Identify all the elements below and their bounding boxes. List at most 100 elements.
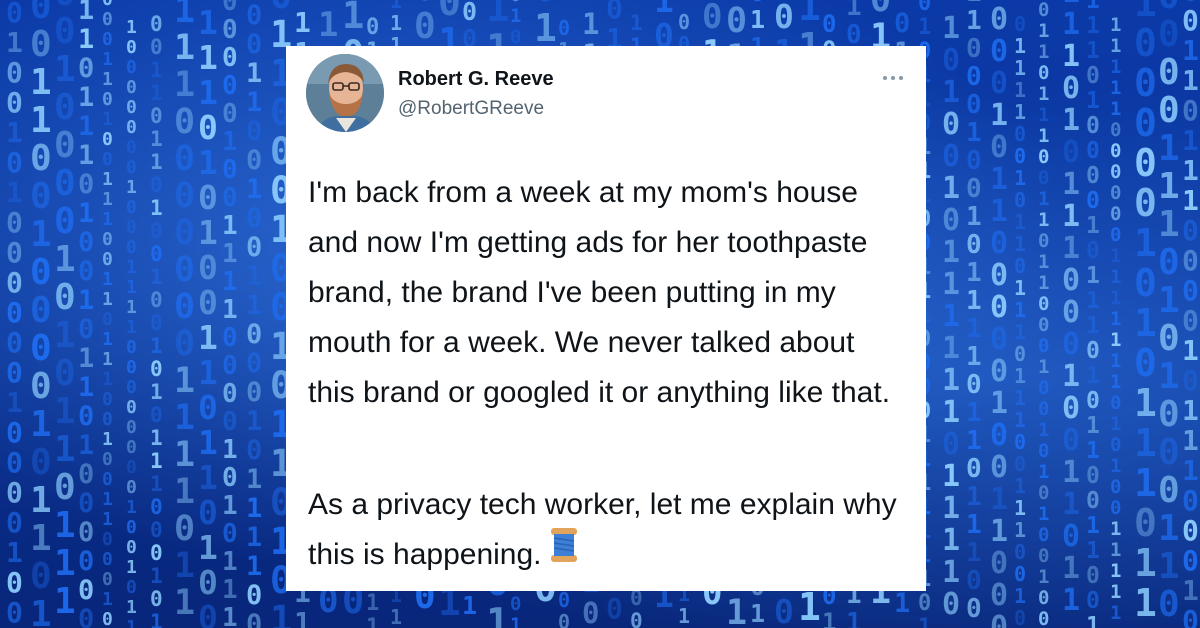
svg-text:0: 0 bbox=[198, 283, 218, 322]
svg-text:1: 1 bbox=[1038, 104, 1049, 126]
svg-text:1: 1 bbox=[1110, 602, 1121, 624]
svg-text:1: 1 bbox=[246, 464, 262, 495]
svg-text:0: 0 bbox=[126, 517, 137, 538]
svg-text:0: 0 bbox=[1158, 470, 1180, 511]
svg-text:0: 0 bbox=[150, 12, 163, 36]
author-name[interactable]: Robert G. Reeve bbox=[398, 68, 554, 91]
svg-text:1: 1 bbox=[966, 118, 982, 148]
svg-text:0: 0 bbox=[222, 323, 238, 353]
svg-text:0: 0 bbox=[198, 493, 218, 532]
svg-text:0: 0 bbox=[990, 578, 1008, 613]
svg-text:1: 1 bbox=[750, 5, 765, 34]
svg-text:0: 0 bbox=[6, 416, 23, 449]
svg-text:1: 1 bbox=[1086, 538, 1100, 564]
svg-text:0: 0 bbox=[1182, 244, 1199, 277]
svg-text:1: 1 bbox=[1062, 231, 1080, 266]
svg-text:0: 0 bbox=[54, 353, 76, 394]
svg-text:1: 1 bbox=[1086, 513, 1100, 539]
svg-text:0: 0 bbox=[222, 99, 238, 129]
svg-text:1: 1 bbox=[1110, 266, 1121, 288]
svg-text:1: 1 bbox=[846, 0, 862, 22]
svg-text:0: 0 bbox=[1038, 62, 1049, 84]
svg-text:1: 1 bbox=[966, 538, 982, 568]
svg-text:1: 1 bbox=[966, 482, 982, 512]
svg-text:0: 0 bbox=[774, 592, 794, 628]
svg-text:0: 0 bbox=[150, 219, 163, 243]
svg-text:0: 0 bbox=[102, 549, 113, 570]
more-options-icon[interactable] bbox=[878, 72, 908, 84]
svg-text:0: 0 bbox=[102, 29, 113, 50]
svg-text:0: 0 bbox=[942, 203, 960, 238]
svg-text:0: 0 bbox=[582, 596, 599, 628]
svg-text:0: 0 bbox=[150, 518, 163, 542]
svg-text:1: 1 bbox=[366, 591, 379, 616]
svg-text:0: 0 bbox=[102, 529, 113, 550]
svg-text:1: 1 bbox=[1014, 320, 1026, 344]
svg-text:1: 1 bbox=[1014, 166, 1026, 190]
svg-text:1: 1 bbox=[150, 127, 163, 151]
svg-text:1: 1 bbox=[198, 73, 218, 112]
svg-text:1: 1 bbox=[150, 472, 163, 496]
svg-text:1: 1 bbox=[54, 49, 76, 90]
svg-text:1: 1 bbox=[1086, 288, 1100, 314]
svg-text:1: 1 bbox=[198, 458, 218, 497]
svg-text:0: 0 bbox=[174, 213, 195, 253]
svg-text:0: 0 bbox=[942, 587, 960, 622]
svg-text:1: 1 bbox=[78, 24, 94, 55]
svg-text:0: 0 bbox=[1110, 119, 1121, 141]
svg-text:0: 0 bbox=[1086, 388, 1100, 414]
svg-text:1: 1 bbox=[342, 0, 364, 37]
svg-text:1: 1 bbox=[174, 0, 195, 31]
svg-text:0: 0 bbox=[222, 463, 238, 493]
svg-text:1: 1 bbox=[1038, 356, 1049, 378]
svg-text:1: 1 bbox=[102, 509, 113, 530]
svg-text:1: 1 bbox=[102, 169, 113, 190]
svg-text:0: 0 bbox=[1182, 274, 1199, 307]
svg-text:0: 0 bbox=[54, 467, 76, 508]
tweet-card[interactable]: Robert G. Reeve @RobertGReeve I'm back f… bbox=[286, 46, 926, 591]
svg-text:0: 0 bbox=[222, 15, 238, 45]
svg-text:1: 1 bbox=[246, 522, 262, 553]
svg-text:0: 0 bbox=[54, 163, 76, 204]
svg-text:1: 1 bbox=[150, 380, 163, 404]
svg-text:1: 1 bbox=[1110, 245, 1121, 267]
svg-text:0: 0 bbox=[6, 206, 23, 239]
svg-text:0: 0 bbox=[102, 129, 113, 150]
svg-text:1: 1 bbox=[1110, 14, 1121, 36]
svg-text:0: 0 bbox=[222, 351, 238, 381]
svg-text:0: 0 bbox=[966, 174, 982, 204]
svg-text:1: 1 bbox=[198, 528, 218, 567]
svg-text:1: 1 bbox=[1062, 39, 1080, 74]
svg-text:0: 0 bbox=[1038, 524, 1049, 546]
svg-text:1: 1 bbox=[174, 472, 195, 512]
svg-text:0: 0 bbox=[1086, 338, 1100, 364]
svg-text:1: 1 bbox=[966, 258, 982, 288]
svg-text:0: 0 bbox=[1182, 484, 1199, 517]
svg-text:0: 0 bbox=[78, 459, 94, 490]
svg-text:1: 1 bbox=[102, 329, 113, 350]
svg-text:1: 1 bbox=[1110, 518, 1121, 540]
svg-text:0: 0 bbox=[990, 226, 1008, 261]
author-avatar[interactable] bbox=[306, 54, 384, 132]
svg-text:1: 1 bbox=[198, 3, 218, 42]
svg-text:0: 0 bbox=[1062, 423, 1080, 458]
svg-text:1: 1 bbox=[126, 597, 137, 618]
svg-text:0: 0 bbox=[102, 249, 113, 270]
svg-text:1: 1 bbox=[942, 555, 960, 590]
author-handle[interactable]: @RobertGReeve bbox=[398, 98, 544, 120]
svg-text:1: 1 bbox=[1110, 329, 1121, 351]
tweet-text-paragraph-2-text: As a privacy tech worker, let me explain… bbox=[308, 488, 897, 571]
svg-text:1: 1 bbox=[942, 171, 960, 206]
svg-text:1: 1 bbox=[222, 547, 238, 577]
svg-text:0: 0 bbox=[1038, 587, 1049, 609]
svg-text:0: 0 bbox=[774, 0, 794, 36]
svg-text:1: 1 bbox=[1158, 166, 1180, 207]
svg-text:0: 0 bbox=[1134, 261, 1157, 305]
svg-text:1: 1 bbox=[942, 331, 960, 366]
svg-text:0: 0 bbox=[6, 0, 23, 29]
svg-text:1: 1 bbox=[1158, 204, 1180, 245]
svg-text:0: 0 bbox=[1086, 138, 1100, 164]
svg-text:0: 0 bbox=[1014, 452, 1026, 476]
svg-text:1: 1 bbox=[1086, 88, 1100, 114]
svg-text:1: 1 bbox=[582, 7, 599, 41]
